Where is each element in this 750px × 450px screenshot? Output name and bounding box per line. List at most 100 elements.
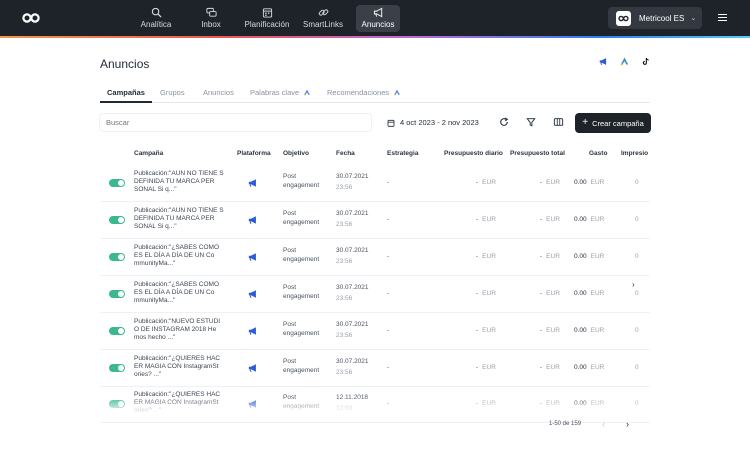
col-header-presupuesto-total[interactable]: Presupuesto total xyxy=(510,150,565,157)
campaign-objective: Post engagement xyxy=(283,247,320,263)
total-budget-value: - xyxy=(540,179,543,186)
account-name: Metricool ES xyxy=(639,13,685,23)
tab-label: Campañas xyxy=(107,88,145,97)
total-budget-currency: EUR xyxy=(546,290,560,297)
spend-currency: EUR xyxy=(590,179,605,186)
analytics-search-icon xyxy=(151,7,162,18)
campaign-name[interactable]: Publicación:"¿QUIERES HAC ER MAGIA CON I… xyxy=(134,355,226,379)
refresh-icon[interactable] xyxy=(497,115,511,129)
campaign-name[interactable]: Publicación:"AUN NO TIENE S DEFINIDA TU … xyxy=(134,207,226,231)
campaign-status-toggle[interactable] xyxy=(109,290,125,298)
col-header-estrategia[interactable]: Estrategia xyxy=(387,150,418,157)
campaign-date-time: 23:56 xyxy=(336,221,353,228)
campaign-status-toggle[interactable] xyxy=(109,216,125,224)
campaign-date-time: 23:56 xyxy=(336,369,353,376)
megaphone-icon xyxy=(373,7,382,18)
google-ads-icon[interactable] xyxy=(619,56,630,67)
total-budget-value: - xyxy=(540,364,543,371)
hamburger-menu-icon[interactable] xyxy=(718,13,727,22)
daily-budget-value: - xyxy=(476,290,479,297)
col-header-campana[interactable]: Campaña xyxy=(134,150,163,157)
col-header-presupuesto-diario[interactable]: Presupuesto diario xyxy=(444,150,503,157)
page-title: Anuncios xyxy=(100,57,150,71)
daily-budget-value: - xyxy=(476,179,479,186)
col-header-fecha[interactable]: Fecha xyxy=(336,150,355,157)
col-header-gasto[interactable]: Gasto xyxy=(589,150,607,157)
campaign-status-toggle[interactable] xyxy=(109,327,125,335)
meta-ads-icon[interactable] xyxy=(598,56,609,67)
calendar-icon xyxy=(387,119,395,127)
nav-analitica[interactable]: Analítica xyxy=(134,5,178,32)
campaign-strategy: - xyxy=(387,290,390,297)
campaign-strategy: - xyxy=(387,179,390,186)
account-avatar xyxy=(616,10,631,26)
spend-value: 0.00 xyxy=(574,253,587,260)
daily-budget-currency: EUR xyxy=(482,364,496,371)
nav-anuncios[interactable]: Anuncios xyxy=(356,5,400,32)
col-header-plataforma[interactable]: Plataforma xyxy=(237,150,271,157)
nav-planificacion[interactable]: Planificación xyxy=(242,5,292,32)
daily-budget: -EUR xyxy=(476,179,496,186)
search-input[interactable] xyxy=(99,113,372,132)
metricool-logo-icon[interactable] xyxy=(22,12,40,24)
tabs-bar: Campañas Grupos Anuncios Palabras clave … xyxy=(100,83,650,103)
campaign-status-toggle[interactable] xyxy=(109,253,125,261)
columns-icon[interactable] xyxy=(551,115,565,129)
scroll-right-icon[interactable]: › xyxy=(632,280,635,289)
tab-palabras-clave[interactable]: Palabras clave xyxy=(250,88,311,97)
tab-label: Palabras clave xyxy=(250,88,300,97)
campaign-name[interactable]: Publicación:"¿SABES COMO ES EL DÍA A DÍA… xyxy=(134,281,226,305)
top-bar-accent xyxy=(0,36,750,38)
campaign-date-day: 30.07.2021 xyxy=(336,321,369,328)
campaign-date-day: 30.07.2021 xyxy=(336,247,369,254)
spend-currency: EUR xyxy=(590,290,605,297)
spend-value: 0.00 xyxy=(574,327,587,334)
spend: 0.00EUR xyxy=(574,327,604,334)
tab-campanas[interactable]: Campañas xyxy=(107,88,145,97)
filter-icon[interactable] xyxy=(524,115,538,129)
chat-icon xyxy=(205,7,217,17)
chevron-down-icon: ⌄ xyxy=(690,15,697,22)
nav-smartlinks[interactable]: SmartLinks xyxy=(300,5,346,32)
megaphone-icon xyxy=(248,327,256,335)
date-range-picker[interactable]: 4 oct 2023 - 2 nov 2023 xyxy=(387,114,479,131)
col-header-impresiones[interactable]: Impresio xyxy=(621,150,650,157)
table-row[interactable]: Publicación:"¿QUIERES HAC ER MAGIA CON I… xyxy=(100,350,650,387)
table-row[interactable]: Publicación:"¿SABES COMO ES EL DÍA A DÍA… xyxy=(100,239,650,276)
prev-page-icon[interactable]: ‹ xyxy=(602,419,605,429)
plus-icon: + xyxy=(582,117,589,128)
campaign-date: 30.07.2021 23:56 xyxy=(336,245,369,267)
campaign-objective: Post engagement xyxy=(283,210,320,226)
nav-label: Planificación xyxy=(244,20,290,29)
nav-inbox[interactable]: Inbox xyxy=(194,5,228,32)
megaphone-icon xyxy=(248,290,256,298)
col-header-objetivo[interactable]: Objetivo xyxy=(283,150,309,157)
total-budget-currency: EUR xyxy=(546,364,560,371)
tiktok-ads-icon[interactable] xyxy=(640,56,651,67)
campaign-status-toggle[interactable] xyxy=(109,364,125,372)
tab-grupos[interactable]: Grupos xyxy=(160,88,185,97)
campaign-objective: Post engagement xyxy=(283,321,320,337)
tab-recomendaciones[interactable]: Recomendaciones xyxy=(327,88,401,97)
table-row[interactable]: Publicación:"AUN NO TIENE S DEFINIDA TU … xyxy=(100,165,650,202)
megaphone-icon xyxy=(248,216,256,224)
spend: 0.00EUR xyxy=(574,179,604,186)
campaign-name[interactable]: Publicación:"¿SABES COMO ES EL DÍA A DÍA… xyxy=(134,244,226,268)
daily-budget: -EUR xyxy=(476,253,496,260)
campaign-status-toggle[interactable] xyxy=(109,179,125,187)
table-row[interactable]: Publicación:"NUEVO ESTUDI O DE INSTAGRAM… xyxy=(100,313,650,350)
spend: 0.00EUR xyxy=(574,290,604,297)
next-page-icon[interactable]: › xyxy=(626,419,629,429)
daily-budget: -EUR xyxy=(476,216,496,223)
spend-value: 0.00 xyxy=(574,216,587,223)
account-selector[interactable]: Metricool ES ⌄ xyxy=(608,7,702,29)
campaign-name[interactable]: Publicación:"NUEVO ESTUDI O DE INSTAGRAM… xyxy=(134,318,226,342)
create-campaign-label: Crear campaña xyxy=(592,118,644,128)
campaign-strategy: - xyxy=(387,253,390,260)
create-campaign-button[interactable]: + Crear campaña xyxy=(575,113,651,133)
table-row[interactable]: Publicación:"AUN NO TIENE S DEFINIDA TU … xyxy=(100,202,650,239)
campaign-name[interactable]: Publicación:"AUN NO TIENE S DEFINIDA TU … xyxy=(134,170,226,194)
tab-anuncios[interactable]: Anuncios xyxy=(203,88,234,97)
table-row[interactable]: Publicación:"¿SABES COMO ES EL DÍA A DÍA… xyxy=(100,276,650,313)
total-budget: -EUR xyxy=(540,327,560,334)
